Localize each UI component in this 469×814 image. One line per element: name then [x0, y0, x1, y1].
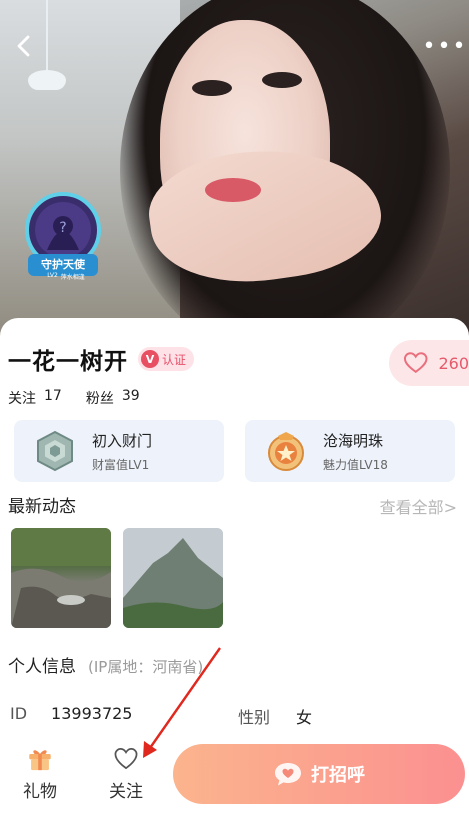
moment-photo[interactable]: [123, 528, 223, 628]
back-button[interactable]: [6, 28, 42, 64]
moments-title: 最新动态: [8, 497, 76, 517]
verified-label: 认证: [162, 352, 187, 367]
follow-stats: 关注 17 粉丝 39: [8, 388, 164, 408]
heart-outline-icon: [114, 748, 138, 770]
following-count[interactable]: 17: [44, 388, 62, 408]
heart-icon: [403, 352, 428, 374]
profile-name: 一花一树开: [8, 349, 128, 375]
follow-label: 关注: [109, 782, 143, 802]
charm-honor-title: 沧海明珠: [323, 432, 384, 450]
moment-photo-scene-mountain: [123, 528, 223, 628]
wealth-honor-card[interactable]: 初入财门 财富值LV1: [14, 420, 224, 482]
verified-icon: V: [141, 350, 159, 368]
photo-eye-left: [192, 80, 232, 96]
like-button[interactable]: 260: [389, 340, 469, 386]
photo-lips: [205, 178, 261, 202]
profile-photo[interactable]: [0, 0, 469, 340]
bottom-action-bar: 礼物 关注 打招呼: [0, 740, 469, 814]
name-row: 一花一树开 V 认证: [8, 342, 195, 376]
charm-honor-level: 魅力值LV18: [323, 458, 388, 472]
fans-label[interactable]: 粉丝: [86, 388, 114, 408]
id-value: 13993725: [51, 704, 133, 723]
gift-button[interactable]: 礼物: [10, 746, 70, 802]
see-all-link[interactable]: 查看全部>: [380, 494, 457, 518]
guardian-badge[interactable]: ? 守护天使 LV2 萍水相逢: [22, 192, 104, 284]
wealth-honor-title: 初入财门: [92, 432, 153, 450]
gift-label: 礼物: [23, 782, 57, 802]
moment-photo[interactable]: [11, 528, 111, 628]
charm-honor-card[interactable]: 沧海明珠 魅力值LV18: [245, 420, 455, 482]
gift-icon: [29, 750, 51, 771]
photo-lamp: [28, 70, 66, 90]
guardian-level: LV2: [47, 272, 58, 279]
greet-button[interactable]: 打招呼: [173, 744, 465, 804]
ip-location: (IP属地：河南省): [88, 658, 204, 676]
fans-count[interactable]: 39: [122, 388, 140, 408]
personal-info-title: 个人信息: [8, 657, 76, 677]
gender-label: 性别: [238, 708, 271, 727]
profile-sheet: 一花一树开 V 认证 260 关注 17 粉丝 39 初入财门 财富值LV1 沧…: [0, 318, 469, 738]
moment-photo-scene-stream: [11, 528, 111, 628]
guardian-title: 守护天使: [41, 258, 85, 271]
more-button[interactable]: •••: [423, 28, 466, 64]
guardian-subtitle: 萍水相逢: [60, 274, 85, 281]
wealth-medal-icon: [37, 430, 73, 472]
like-count: 260: [438, 353, 469, 373]
gender-field: 性别 女: [238, 704, 312, 728]
gender-value: 女: [296, 708, 313, 727]
svg-text:?: ?: [59, 220, 66, 236]
photo-lamp-cord: [46, 0, 48, 72]
id-gender-row: ID 13993725 性别 女: [10, 704, 469, 727]
more-dots-icon: •••: [422, 33, 468, 59]
greet-label: 打招呼: [311, 765, 365, 786]
chevron-left-icon: [17, 35, 30, 57]
personal-info-header: 个人信息 (IP属地：河南省): [8, 652, 203, 677]
following-label[interactable]: 关注: [8, 388, 36, 408]
photo-eye-right: [262, 72, 302, 88]
wealth-honor-level: 财富值LV1: [92, 458, 150, 472]
charm-medal-icon: [268, 432, 304, 471]
verified-badge[interactable]: V 认证: [138, 347, 195, 371]
id-label: ID: [10, 704, 28, 723]
follow-button[interactable]: 关注: [96, 746, 156, 802]
chat-heart-icon: [275, 763, 301, 786]
